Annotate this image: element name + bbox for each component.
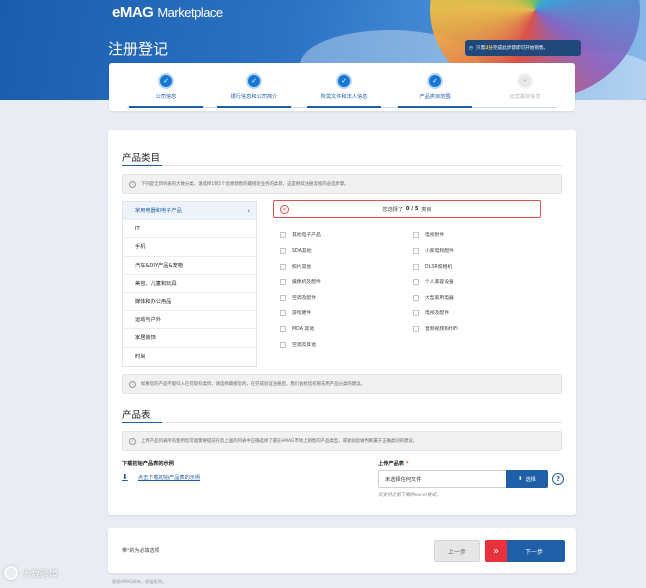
step-operations: • 运营基础信息 [480,73,570,100]
category-item-beauty[interactable]: 美容、儿童和玩具 [123,275,256,293]
step-label: 运营基础信息 [509,94,541,100]
registration-stepper: ✓ 公司信息 ✓ 银行信息和公司简介 ✓ 所需文件和法人信息 ✓ 产品类目范围 … [109,63,575,111]
notice-text: 只需2分完成此步骤即可开始销售。 [476,46,549,51]
info-icon: i [129,437,136,445]
subcategory-checkbox[interactable]: 小家电和配件 [413,247,454,254]
file-upload-field[interactable]: 未选择任何文件 [378,470,508,488]
step-product-categories[interactable]: ✓ 产品类目范围 [390,73,480,108]
double-chevron-right-icon: » [485,540,507,562]
download-icon: ⬇ [122,473,128,481]
download-sample-link[interactable]: ⬇ 点击下载初始产品表的示例 [122,473,200,481]
section-title-product-table: 产品表 [122,410,151,421]
step-documents[interactable]: ✓ 所需文件和法人信息 [299,73,389,108]
step-label: 产品类目范围 [419,94,451,100]
subcategory-checkbox[interactable]: MDA 其他 [280,325,314,332]
subcategory-checkbox[interactable]: 其他电子产品 [280,231,321,238]
page-title: 注册登记 [108,40,169,58]
step-progress-bar [307,106,381,108]
subcategory-checkbox[interactable]: DLSR照相机 [413,263,452,270]
step-label: 所需文件和法人信息 [320,94,368,100]
subcategory-checkbox[interactable]: 个人美容设备 [413,278,454,285]
categories-info-bar: i 下列是全目列表的大致分类，请选择1到5个您想销售的最接近业务的类目，这是继续… [122,174,562,194]
section-divider [122,422,562,423]
step-progress-bar [398,106,472,108]
step-label: 公司信息 [155,94,177,100]
pending-step-icon: • [517,73,533,89]
selected-count: 0 / 5 [405,206,419,212]
category-item-fashion[interactable]: 时尚 [123,348,256,366]
help-icon[interactable]: ? [552,473,564,485]
check-icon: ✓ [336,73,352,89]
subcategory-checkbox[interactable]: SDA其他 [280,247,312,254]
emag-logo[interactable]: eMAG Marketplace [112,4,223,21]
step-label: 银行信息和公司简介 [230,94,278,100]
watermark: 大数跨境 [4,566,58,580]
subcategory-checkbox[interactable]: 音频视频和HiFi [413,325,458,332]
check-icon: ✓ [246,73,262,89]
chevron-right-icon: › [247,206,250,215]
upload-hint: 仅支持之前下载的excel格式。 [378,493,441,498]
copyright-text: 版权eMAG所有，保留权利。 [112,579,167,584]
info-text: 下列是全目列表的大致分类，请选择1到5个您想销售的最接近业务的类目，这是继续注册… [141,182,349,187]
logo-text: eMAG [112,4,154,21]
main-form-card: 产品类目 i 下列是全目列表的大致分类，请选择1到5个您想销售的最接近业务的类目… [108,130,576,515]
upload-icon: ⬆ [518,476,523,482]
subcategory-checkbox[interactable]: 照片其他 [280,263,311,270]
info-text: 如果您的产品不能归入任何现有类目，请选择最接近的，在完成验证注册后，我们会给您权… [141,382,365,387]
category-item-it[interactable]: IT [123,220,256,239]
category-item-appliances[interactable]: 家用电器和电子产品 › [123,202,256,221]
error-x-icon: ✕ [280,205,289,214]
section-divider [122,165,562,166]
step-company-info[interactable]: ✓ 公司信息 [121,73,211,108]
selection-counter: ✕ 您选择了 0 / 5 类目 [273,200,541,218]
required-note: 带*的为必填选项 [122,548,160,554]
category-list: 家用电器和电子产品 › IT 手机 汽车&DIY产品&宠物 美容、儿童和玩具 媒体… [122,201,257,367]
category-item-sports[interactable]: 运动与户外 [123,311,256,330]
subcategory-checkbox[interactable]: 空调及其他 [280,341,316,348]
time-notice-badge: ◷ 只需2分完成此步骤即可开始销售。 [465,40,581,56]
previous-button[interactable]: 上一步 [434,540,480,562]
subcategory-checkbox[interactable]: 大型家用电器 [413,294,454,301]
category-item-auto[interactable]: 汽车&DIY产品&宠物 [123,257,256,275]
subcategory-checkbox[interactable]: 电视及配件 [413,309,449,316]
download-title: 下载初始产品表的示例 [122,461,174,467]
next-label: 下一步 [524,548,543,556]
category-item-media[interactable]: 媒体和办公用品 [123,293,256,312]
next-button[interactable]: » 下一步 [485,540,565,562]
subcategory-checkbox[interactable]: 空调及配件 [280,294,316,301]
choose-file-button[interactable]: ⬆ 选择 [506,470,548,488]
category-item-home[interactable]: 家居装饰 [123,329,256,348]
info-text: 上传产品列表所有使用您可能需要提前在您上面的列表中正确选择了最在eMAG市场上销… [141,439,418,444]
info-icon: i [129,380,136,388]
clock-icon: ◷ [469,45,474,51]
watermark-text: 大数跨境 [22,569,59,580]
category-item-phones[interactable]: 手机 [123,238,256,257]
subcategory-checkbox[interactable]: 游戏硬件 [280,309,311,316]
section-title-categories: 产品类目 [122,153,161,164]
info-icon: i [129,180,136,188]
current-step-icon: ✓ [427,73,443,89]
form-footer: 带*的为必填选项 上一步 » 下一步 [108,528,576,573]
step-bank-info[interactable]: ✓ 银行信息和公司简介 [209,73,299,108]
subcategory-checkbox[interactable]: 电视附件 [413,231,444,238]
download-link-text[interactable]: 点击下载初始产品表的示例 [138,474,200,481]
step-progress-bar [129,106,203,108]
logo-suffix: Marketplace [157,5,223,20]
step-progress-bar [217,106,291,108]
watermark-logo-icon [4,566,18,580]
check-icon: ✓ [158,73,174,89]
subcategory-checkbox[interactable]: 摄像机及配件 [280,278,321,285]
categories-footer-info: i 如果您的产品不能归入任何现有类目，请选择最接近的，在完成验证注册后，我们会给… [122,374,562,394]
upload-title: 上传产品表 * [378,461,409,467]
product-table-info-bar: i 上传产品列表所有使用您可能需要提前在您上面的列表中正确选择了最在eMAG市场… [122,431,562,451]
